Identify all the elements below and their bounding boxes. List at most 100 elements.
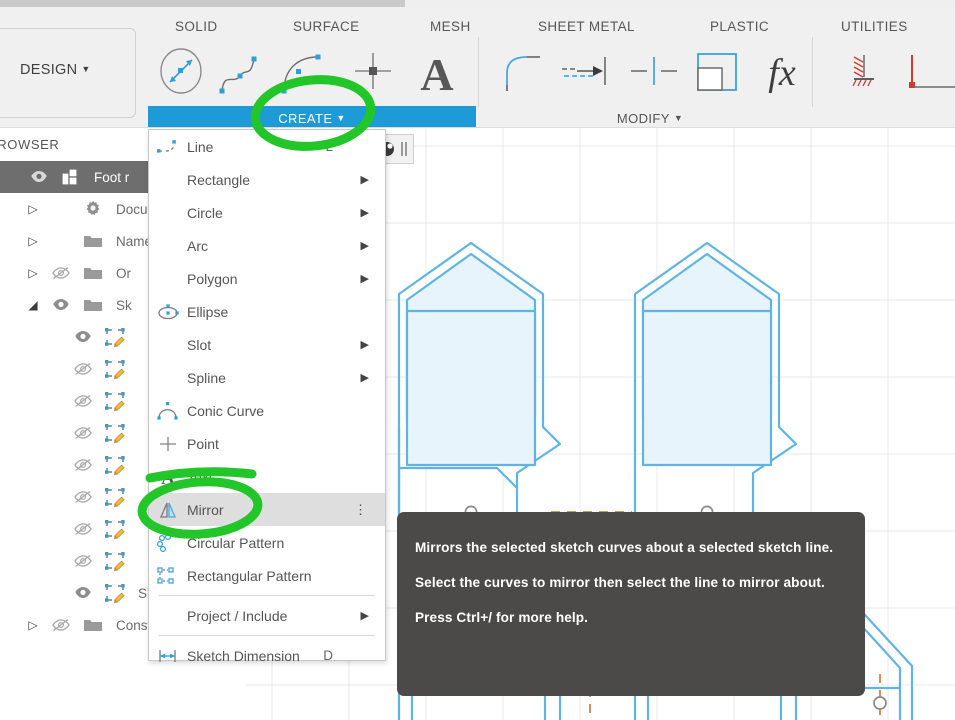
offset-tool-button[interactable] (555, 43, 613, 101)
rectangular-pattern-tool-button[interactable] (688, 43, 746, 101)
submenu-arrow-icon[interactable]: ▶ (361, 206, 369, 219)
folder-icon (78, 233, 108, 249)
menu-item-slot[interactable]: Slot ▶ (149, 328, 385, 361)
expand-chevron-icon[interactable]: ▷ (22, 234, 44, 248)
sketch-icon (100, 487, 130, 507)
visibility-toggle-icon[interactable] (66, 330, 100, 344)
menu-item-point[interactable]: Point (149, 427, 385, 460)
window-title-strip (0, 0, 405, 7)
menu-item-text[interactable]: A Text (149, 460, 385, 493)
submenu-arrow-icon[interactable]: ▶ (361, 338, 369, 351)
sketch-icon (100, 551, 130, 571)
fx-parameters-button[interactable]: fx (755, 43, 813, 101)
menu-item-label: Point (187, 435, 219, 452)
menu-item-label: Project / Include (187, 607, 288, 624)
menu-item-shortcut: L (325, 139, 333, 154)
chevron-down-icon: ▼ (336, 113, 346, 123)
arc-tool-button[interactable] (272, 43, 330, 101)
menu-item-rectangular-pattern[interactable]: Rectangular Pattern (149, 559, 385, 592)
visibility-toggle-icon[interactable] (66, 586, 100, 600)
sketch-icon (100, 327, 130, 347)
menu-item-spline[interactable]: Spline ▶ (149, 361, 385, 394)
menu-item-conic-curve[interactable]: Conic Curve (149, 394, 385, 427)
submenu-arrow-icon[interactable]: ▶ (361, 371, 369, 384)
create-dropdown-menu[interactable]: Line L Rectangle ▶ Circle ▶ Arc ▶ Polygon ▶ Ellips… (148, 129, 386, 664)
tab-solid[interactable]: SOLID (175, 19, 218, 34)
submenu-arrow-icon[interactable]: ▶ (361, 239, 369, 252)
expand-chevron-icon[interactable]: ▷ (22, 202, 44, 216)
tab-mesh[interactable]: MESH (430, 19, 471, 34)
menu-item-label: Mirror (187, 501, 224, 518)
menu-item-circle[interactable]: Circle ▶ (149, 196, 385, 229)
visibility-toggle-icon[interactable] (66, 522, 100, 537)
design-workspace-button[interactable]: DESIGN ▼ (20, 62, 91, 78)
visibility-toggle-icon[interactable] (66, 490, 100, 505)
line-icon (149, 139, 187, 155)
menu-item-polygon[interactable]: Polygon ▶ (149, 262, 385, 295)
browser-row-label: Sk (116, 297, 132, 313)
point-tool-button[interactable] (344, 43, 402, 101)
menu-item-ellipse[interactable]: Ellipse (149, 295, 385, 328)
text-tool-button[interactable]: A (408, 43, 466, 101)
design-label: DESIGN (20, 62, 78, 78)
svg-text:A: A (420, 49, 453, 100)
circular-pattern-icon (149, 533, 187, 552)
menu-item-line[interactable]: Line L (149, 130, 385, 163)
menu-item-arc[interactable]: Arc ▶ (149, 229, 385, 262)
menu-item-label: Rectangle (187, 171, 251, 188)
menu-item-label: Polygon (187, 270, 238, 287)
submenu-arrow-icon[interactable]: ▶ (361, 609, 369, 622)
line-tool-button[interactable] (152, 43, 210, 101)
ellipse-icon (149, 303, 187, 320)
point-icon (149, 435, 187, 453)
visibility-toggle-icon[interactable] (66, 394, 100, 409)
menu-item-circular-pattern[interactable]: Circular Pattern (149, 526, 385, 559)
expand-chevron-icon[interactable]: ◢ (22, 298, 44, 312)
expand-chevron-icon[interactable]: ▷ (22, 266, 44, 280)
mirror-icon (149, 501, 187, 519)
tab-utilities[interactable]: UTILITIES (841, 19, 908, 34)
sketch-icon (100, 391, 130, 411)
visibility-toggle-icon[interactable] (66, 458, 100, 473)
menu-item-project-include[interactable]: Project / Include ▶ (149, 599, 385, 632)
create-panel-label-wrap: CREATE ▼ (148, 111, 476, 126)
browser-row-label: Or (116, 265, 131, 281)
modify-panel-dropdown[interactable]: MODIFY ▼ (560, 111, 740, 126)
create-panel-label: CREATE (278, 111, 333, 126)
menu-item-label: Line (187, 138, 214, 155)
menu-item-sketch-dimension[interactable]: Sketch Dimension D (149, 639, 385, 672)
sketch-icon (100, 455, 130, 475)
visibility-toggle-icon[interactable] (44, 298, 78, 312)
menu-item-label: Slot (187, 336, 212, 353)
modify-panel-label: MODIFY (616, 111, 670, 126)
menu-item-label: Ellipse (187, 303, 229, 320)
trim-tool-button[interactable] (625, 43, 683, 101)
menu-item-mirror[interactable]: Mirror ⋮ (149, 493, 385, 526)
submenu-arrow-icon[interactable]: ▶ (361, 272, 369, 285)
visibility-toggle-icon[interactable] (44, 266, 78, 281)
menu-item-label: Circular Pattern (187, 534, 285, 551)
gear-icon (78, 200, 108, 218)
expand-chevron-icon[interactable]: ▷ (22, 618, 44, 632)
tooltip-line-1: Mirrors the selected sketch curves about… (415, 540, 834, 555)
sketch-icon (100, 359, 130, 379)
menu-item-overflow-icon[interactable]: ⋮ (354, 503, 367, 516)
visibility-toggle-icon[interactable] (22, 170, 56, 184)
spline-tool-button[interactable] (212, 43, 270, 101)
tab-plastic[interactable]: PLASTIC (710, 19, 769, 34)
submenu-arrow-icon[interactable]: ▶ (361, 173, 369, 186)
menu-item-label: Conic Curve (187, 402, 265, 419)
visibility-toggle-icon[interactable] (66, 362, 100, 377)
tab-sheet-metal[interactable]: SHEET METAL (538, 19, 635, 34)
svg-text:A: A (161, 468, 175, 487)
visibility-toggle-icon[interactable] (44, 618, 78, 633)
constraints-tool-button[interactable] (836, 43, 894, 101)
visibility-toggle-icon[interactable] (66, 554, 100, 569)
fix-unfix-tool-button[interactable] (900, 43, 955, 101)
menu-item-rectangle[interactable]: Rectangle ▶ (149, 163, 385, 196)
fillet-tool-button[interactable] (495, 43, 553, 101)
visibility-toggle-icon[interactable] (66, 426, 100, 441)
browser-row-label: Foot r (94, 169, 130, 185)
tab-surface[interactable]: SURFACE (293, 19, 360, 34)
sketch-icon (100, 423, 130, 443)
